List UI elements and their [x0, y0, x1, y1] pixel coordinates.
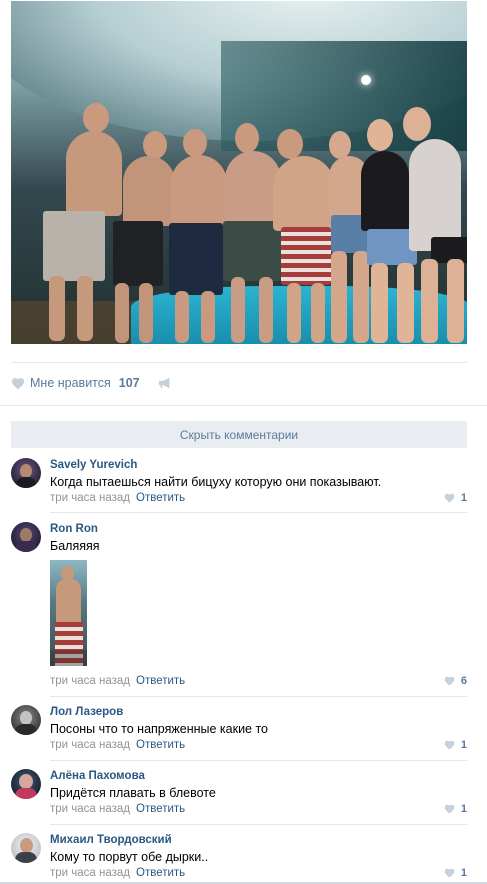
comment-like-button[interactable]: 1: [444, 866, 467, 880]
comment-author[interactable]: Алёна Пахомова: [50, 769, 467, 783]
heart-icon: [444, 740, 455, 750]
comment-text: Придётся плавать в блевоте: [50, 786, 216, 800]
reply-button[interactable]: Ответить: [136, 675, 185, 687]
post-photo[interactable]: [11, 1, 467, 344]
comment-item: Алёна Пахомова Придётся плавать в блевот…: [11, 769, 467, 817]
comment-like-count: 1: [460, 492, 467, 504]
comment-time[interactable]: три часа назад: [50, 867, 130, 879]
comment-like-count: 1: [460, 803, 467, 815]
comment-body: Алёна Пахомова Придётся плавать в блевот…: [50, 769, 467, 801]
comment-separator: [50, 760, 467, 761]
comment-time[interactable]: три часа назад: [50, 492, 130, 504]
comment-separator: [50, 824, 467, 825]
post-divider-top: [11, 362, 467, 363]
post-divider-bottom: [0, 405, 487, 406]
comment-item: Михаил Твордовский Кому то порвут обе ды…: [11, 833, 467, 881]
comment-meta: три часа назад Ответить: [50, 674, 185, 688]
comment-meta: три часа назад Ответить: [50, 491, 185, 505]
avatar[interactable]: [11, 522, 41, 552]
comment-author[interactable]: Savely Yurevich: [50, 458, 467, 472]
comment-body: Лол Лазеров Посоны что то напряженные ка…: [50, 705, 467, 737]
photo-people: [11, 1, 467, 344]
reply-button[interactable]: Ответить: [136, 803, 185, 815]
comment-item: Savely Yurevich Когда пытаешься найти би…: [11, 458, 467, 506]
comment-like-button[interactable]: 1: [444, 802, 467, 816]
comment-like-button[interactable]: 1: [444, 491, 467, 505]
post-like-button[interactable]: Мне нравится 107: [11, 372, 172, 394]
comment-separator: [50, 512, 467, 513]
comment-meta: три часа назад Ответить: [50, 866, 185, 880]
comment-item: Ron Ron Баляяяя три часа назад Ответить 6: [11, 522, 467, 692]
reply-button[interactable]: Ответить: [136, 739, 185, 751]
hide-comments-button[interactable]: Скрыть комментарии: [11, 421, 467, 448]
comment-body: Михаил Твордовский Кому то порвут обе ды…: [50, 833, 467, 865]
comment-separator: [50, 696, 467, 697]
reply-button[interactable]: Ответить: [136, 492, 185, 504]
heart-icon: [444, 493, 455, 503]
comment-text: Баляяяя: [50, 539, 100, 553]
comment-meta: три часа назад Ответить: [50, 802, 185, 816]
comment-like-button[interactable]: 6: [444, 674, 467, 688]
heart-icon: [444, 868, 455, 878]
comment-author[interactable]: Лол Лазеров: [50, 705, 467, 719]
comment-meta: три часа назад Ответить: [50, 738, 185, 752]
comment-time[interactable]: три часа назад: [50, 739, 130, 751]
comment-like-count: 1: [460, 867, 467, 879]
heart-icon: [444, 676, 455, 686]
comment-text: Когда пытаешься найти бицуху которую они…: [50, 475, 382, 489]
comment-author[interactable]: Ron Ron: [50, 522, 467, 536]
megaphone-icon[interactable]: [158, 377, 172, 389]
comment-item: Лол Лазеров Посоны что то напряженные ка…: [11, 705, 467, 753]
reply-button[interactable]: Ответить: [136, 867, 185, 879]
comment-time[interactable]: три часа назад: [50, 675, 130, 687]
comment-time[interactable]: три часа назад: [50, 803, 130, 815]
like-count[interactable]: 107: [119, 376, 140, 390]
avatar[interactable]: [11, 769, 41, 799]
heart-icon: [11, 377, 25, 389]
comment-like-button[interactable]: 1: [444, 738, 467, 752]
comment-text: Посоны что то напряженные какие то: [50, 722, 269, 736]
comment-author[interactable]: Михаил Твордовский: [50, 833, 467, 847]
heart-icon: [444, 804, 455, 814]
avatar[interactable]: [11, 705, 41, 735]
comment-body: Ron Ron Баляяяя: [50, 522, 467, 672]
comment-text: Кому то порвут обе дырки..: [50, 850, 209, 864]
attached-photo[interactable]: [50, 560, 87, 666]
avatar[interactable]: [11, 833, 41, 863]
comment-like-count: 6: [460, 675, 467, 687]
hide-comments-label: Скрыть комментарии: [179, 427, 299, 442]
avatar[interactable]: [11, 458, 41, 488]
comment-body: Savely Yurevich Когда пытаешься найти би…: [50, 458, 467, 490]
comment-like-count: 1: [460, 739, 467, 751]
like-label: Мне нравится: [30, 376, 111, 390]
